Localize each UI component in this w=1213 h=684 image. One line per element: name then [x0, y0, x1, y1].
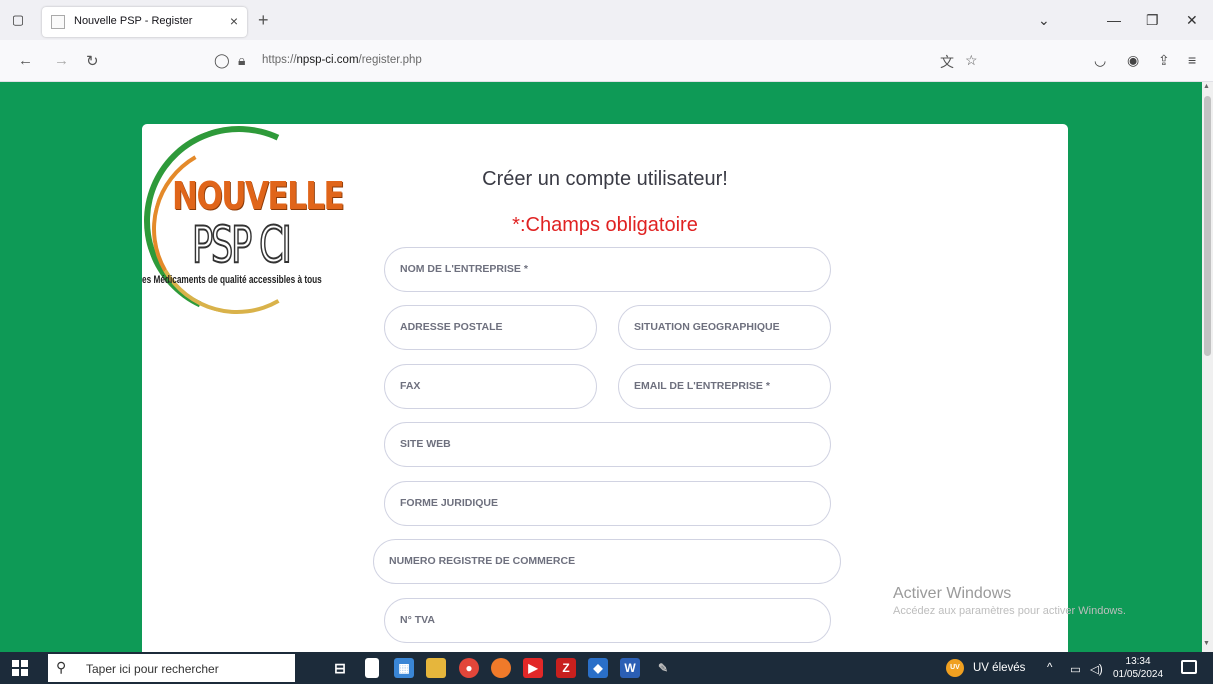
close-tab-icon[interactable]: ×: [230, 13, 238, 29]
navigation-bar: ← → ↻ ◯ 🔒︎ https://npsp-ci.com/register.…: [0, 40, 1213, 82]
form-title: Créer un compte utilisateur!: [482, 168, 728, 190]
tracking-shield-icon[interactable]: ◯: [214, 52, 230, 69]
back-arrow-icon[interactable]: ←: [18, 52, 33, 69]
weather-label[interactable]: UV élevés: [973, 662, 1025, 674]
pocket-icon[interactable]: ◡: [1094, 52, 1106, 69]
field-placeholder: FORME JURIDIQUE: [400, 497, 499, 509]
notification-icon[interactable]: [1181, 660, 1197, 674]
register-card: NOUVELLE PSP CI es Médicaments de qualit…: [117, 99, 1068, 652]
logo-tagline: es Médicaments de qualité accessibles à …: [142, 274, 322, 286]
company-name-input[interactable]: NOM DE L'ENTREPRISE *: [384, 247, 831, 292]
website-input[interactable]: SITE WEB: [384, 422, 831, 467]
scrollbar-thumb[interactable]: [1204, 96, 1211, 356]
field-placeholder: SITUATION GEOGRAPHIQUE: [634, 321, 780, 333]
browser-tab[interactable]: Nouvelle PSP - Register ×: [42, 7, 247, 37]
field-placeholder: N° TVA: [400, 614, 435, 626]
vat-number-input[interactable]: N° TVA: [384, 598, 831, 643]
extensions-icon[interactable]: ⇪: [1158, 52, 1170, 69]
windows-taskbar: ⚲ Taper ici pour rechercher ⊟ ▦ ● ▶ Z ◆ …: [0, 652, 1213, 684]
reload-icon[interactable]: ↻: [86, 52, 99, 70]
windows-activation-watermark: Activer Windows Accédez aux paramètres p…: [893, 585, 1126, 617]
page-favicon-icon: [51, 15, 65, 29]
notepad-icon[interactable]: [365, 658, 379, 678]
legal-form-input[interactable]: FORME JURIDIQUE: [384, 481, 831, 526]
word-icon[interactable]: W: [620, 658, 640, 678]
scroll-up-icon[interactable]: ▲: [1203, 83, 1210, 90]
new-tab-button[interactable]: +: [258, 10, 269, 31]
tab-title: Nouvelle PSP - Register: [74, 15, 193, 27]
close-window-icon[interactable]: ✕: [1186, 12, 1198, 29]
fax-input[interactable]: FAX: [384, 364, 597, 409]
location-input[interactable]: SITUATION GEOGRAPHIQUE: [618, 305, 831, 350]
taskbar-search-box[interactable]: ⚲ Taper ici pour rechercher: [48, 654, 295, 682]
field-placeholder: SITE WEB: [400, 438, 451, 450]
store-icon[interactable]: ▦: [394, 658, 414, 678]
account-icon[interactable]: ◉: [1127, 52, 1139, 69]
clock-time: 13:34: [1125, 656, 1151, 667]
field-placeholder: FAX: [400, 380, 421, 392]
watermark-title: Activer Windows: [893, 585, 1012, 602]
paint-icon[interactable]: ✎: [653, 658, 673, 678]
tab-bar: ▢ Nouvelle PSP - Register × + ⌄ — ❐ ✕: [0, 0, 1213, 40]
scroll-down-icon[interactable]: ▼: [1203, 640, 1210, 647]
chrome-icon[interactable]: ●: [459, 658, 479, 678]
url-text[interactable]: https://npsp-ci.com/register.php: [262, 54, 422, 66]
bookmark-star-icon[interactable]: ☆: [965, 52, 978, 69]
cube-app-icon[interactable]: ◆: [588, 658, 608, 678]
field-placeholder: NUMERO REGISTRE DE COMMERCE: [389, 555, 576, 567]
forward-arrow-icon[interactable]: →: [54, 52, 69, 69]
tab-overflow-chevron-icon[interactable]: ⌄: [1038, 12, 1050, 29]
weather-icon[interactable]: UV: [946, 659, 964, 677]
postal-address-input[interactable]: ADRESSE POSTALE: [384, 305, 597, 350]
trade-register-input[interactable]: NUMERO REGISTRE DE COMMERCE: [373, 539, 841, 584]
restore-icon[interactable]: ❐: [1146, 12, 1159, 29]
tray-chevron-icon[interactable]: ^: [1047, 662, 1052, 674]
tab-list-icon[interactable]: ▢: [10, 12, 26, 28]
page-scrollbar[interactable]: ▲ ▼: [1202, 82, 1213, 652]
volume-icon[interactable]: ◁): [1090, 662, 1103, 676]
required-fields-note: *:Champs obligatoire: [512, 214, 698, 236]
file-explorer-icon[interactable]: [426, 658, 446, 678]
windows-start-icon[interactable]: [12, 660, 28, 676]
clock-date: 01/05/2024: [1113, 669, 1164, 680]
firefox-icon[interactable]: [491, 658, 511, 678]
field-placeholder: NOM DE L'ENTREPRISE *: [400, 263, 528, 275]
field-placeholder: ADRESSE POSTALE: [400, 321, 503, 333]
watermark-subtitle: Accédez aux paramètres pour activer Wind…: [893, 605, 1126, 617]
battery-icon[interactable]: ▭: [1070, 662, 1081, 676]
field-placeholder: EMAIL DE L'ENTREPRISE *: [634, 380, 770, 392]
minimize-icon[interactable]: —: [1107, 12, 1121, 28]
page-content: NOUVELLE PSP CI es Médicaments de qualit…: [0, 82, 1202, 652]
taskbar-search-placeholder: Taper ici pour rechercher: [86, 662, 219, 676]
filezilla-icon[interactable]: Z: [556, 658, 576, 678]
taskbar-clock[interactable]: 13:34 01/05/2024: [1113, 655, 1163, 681]
url-bar[interactable]: ◯ 🔒︎ https://npsp-ci.com/register.php 文 …: [200, 47, 990, 75]
menu-icon[interactable]: ≡: [1188, 52, 1196, 68]
translate-icon[interactable]: 文: [940, 52, 954, 72]
lock-icon[interactable]: 🔒︎: [238, 52, 245, 69]
company-email-input[interactable]: EMAIL DE L'ENTREPRISE *: [618, 364, 831, 409]
video-player-icon[interactable]: ▶: [523, 658, 543, 678]
task-view-icon[interactable]: ⊟: [330, 658, 350, 678]
search-icon: ⚲: [56, 659, 67, 675]
